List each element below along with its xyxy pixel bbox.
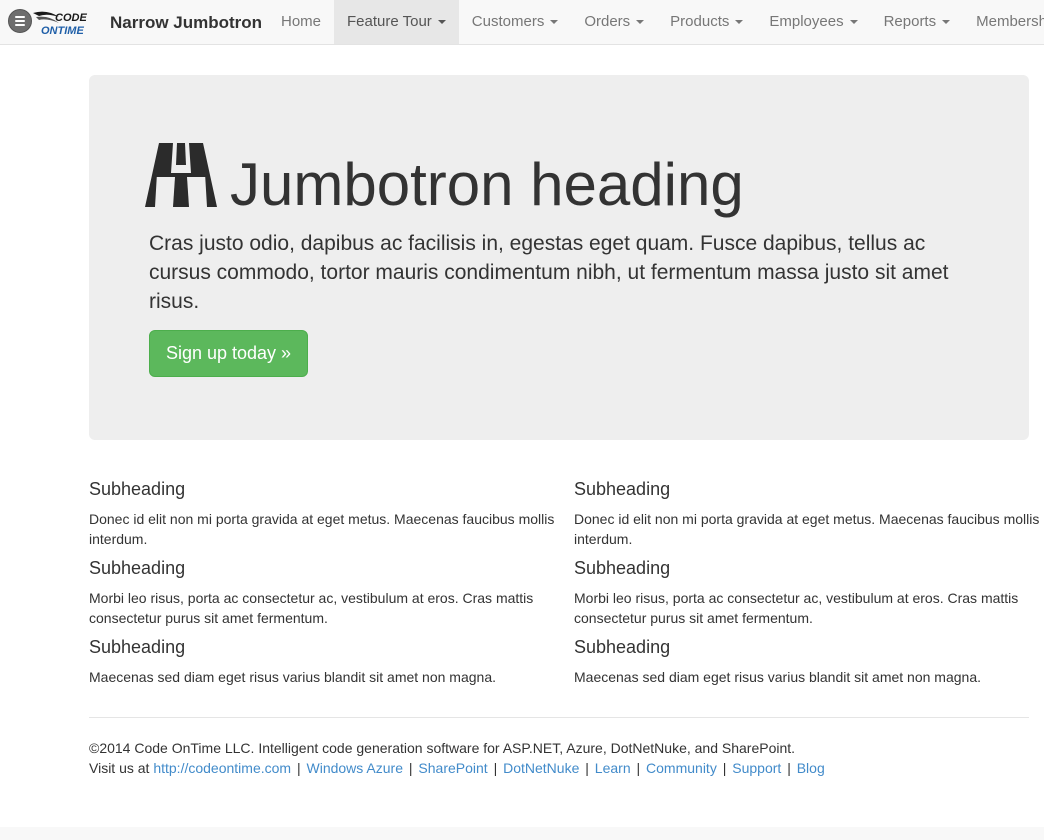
subheading: Subheading	[89, 479, 186, 499]
footer: ©2014 Code OnTime LLC. Intelligent code …	[89, 738, 1029, 778]
caret-down-icon	[735, 20, 744, 24]
subheading: Subheading	[574, 479, 671, 499]
footer-link[interactable]: Learn	[595, 760, 631, 776]
logo-text-top: CODE	[55, 12, 87, 24]
nav-item-products[interactable]: Products	[657, 0, 756, 44]
feature-block: Subheading Donec id elit non mi porta gr…	[89, 476, 559, 555]
code-ontime-logo[interactable]: CODE ONTIME	[33, 7, 97, 37]
marketing-column-right: Subheading Donec id elit non mi porta gr…	[574, 476, 1044, 713]
nav-item-label: Customers	[471, 13, 545, 30]
nav-item-label: Employees	[769, 13, 844, 30]
footer-visit-prefix: Visit us at	[89, 760, 150, 776]
footer-link-separator: |	[636, 760, 641, 776]
footer-link[interactable]: DotNetNuke	[503, 760, 579, 776]
nav-item-employees[interactable]: Employees	[756, 0, 870, 44]
logo-text-bottom: ONTIME	[41, 25, 84, 37]
nav-item-label: Membership	[976, 13, 1044, 30]
top-navbar: CODE ONTIME Narrow Jumbotron Home Feature…	[0, 0, 1044, 45]
footer-link[interactable]: http://codeontime.com	[153, 760, 291, 776]
caret-down-icon	[942, 20, 951, 24]
subheading: Subheading	[574, 637, 671, 657]
road-center-line	[176, 143, 186, 165]
footer-link-separator: |	[408, 760, 413, 776]
jumbotron-heading: Jumbotron heading	[230, 151, 744, 218]
nav-item-orders[interactable]: Orders	[571, 0, 657, 44]
caret-down-icon	[849, 20, 858, 24]
footer-link[interactable]: Windows Azure	[307, 760, 403, 776]
feature-text: Donec id elit non mi porta gravida at eg…	[89, 511, 555, 547]
nav-item-reports[interactable]: Reports	[871, 0, 964, 44]
nav-item-label: Products	[670, 13, 730, 30]
feature-text: Maecenas sed diam eget risus varius blan…	[89, 669, 496, 685]
nav-item-home[interactable]: Home	[268, 0, 334, 44]
brand-title[interactable]: Narrow Jumbotron	[110, 13, 262, 33]
nav-item-label: Orders	[584, 13, 631, 30]
caret-down-icon	[550, 20, 559, 24]
subheading: Subheading	[574, 558, 671, 578]
nav-item-label: Feature Tour	[347, 13, 432, 30]
footer-link-separator: |	[296, 760, 301, 776]
nav-item-label: Reports	[883, 13, 937, 30]
footer-links: http://codeontime.com | Windows Azure | …	[153, 760, 824, 776]
footer-divider	[89, 717, 1029, 718]
menu-button[interactable]	[8, 9, 32, 33]
footer-link[interactable]: Community	[646, 760, 717, 776]
road-crossbar	[156, 173, 206, 177]
jumbotron-lead: Cras justo odio, dapibus ac facilisis in…	[149, 232, 949, 313]
feature-block: Subheading Donec id elit non mi porta gr…	[574, 476, 1044, 555]
sign-up-button[interactable]: Sign up today »	[149, 330, 308, 377]
road-icon	[145, 143, 217, 207]
feature-text: Morbi leo risus, porta ac consectetur ac…	[89, 590, 534, 626]
footer-link-separator: |	[787, 760, 791, 776]
nav-item-feature-tour[interactable]: Feature Tour	[334, 0, 459, 44]
footer-link-separator: |	[493, 760, 498, 776]
feature-block: Subheading Maecenas sed diam eget risus …	[574, 634, 1044, 713]
menu-line	[15, 24, 25, 26]
menu-line	[15, 20, 25, 22]
feature-block: Subheading Morbi leo risus, porta ac con…	[89, 555, 559, 634]
subheading: Subheading	[89, 558, 186, 578]
menu-line	[15, 16, 25, 18]
footer-links-line: Visit us at http://codeontime.com | Wind…	[89, 758, 1029, 778]
footer-link[interactable]: Blog	[797, 760, 825, 776]
caret-down-icon	[437, 20, 446, 24]
feature-block: Subheading Morbi leo risus, porta ac con…	[574, 555, 1044, 634]
feature-text: Donec id elit non mi porta gravida at eg…	[574, 511, 1040, 547]
feature-text: Morbi leo risus, porta ac consectetur ac…	[574, 590, 1019, 626]
feature-block: Subheading Maecenas sed diam eget risus …	[89, 634, 559, 713]
subheading: Subheading	[89, 637, 186, 657]
footer-link[interactable]: SharePoint	[418, 760, 487, 776]
footer-copyright: ©2014 Code OnTime LLC. Intelligent code …	[89, 740, 796, 756]
footer-link-separator: |	[722, 760, 727, 776]
footer-link[interactable]: Support	[732, 760, 781, 776]
main-menu: Home Feature Tour Customers Orders Products E…	[268, 0, 1044, 44]
feature-text: Maecenas sed diam eget risus varius blan…	[574, 669, 981, 685]
page-bottom-strip	[0, 827, 1044, 840]
nav-item-membership[interactable]: Membership	[963, 0, 1044, 44]
footer-link-separator: |	[585, 760, 589, 776]
road-center-line	[173, 177, 189, 207]
nav-item-customers[interactable]: Customers	[459, 0, 572, 44]
marketing-column-left: Subheading Donec id elit non mi porta gr…	[89, 476, 559, 713]
jumbotron: Jumbotron heading Cras justo odio, dapib…	[89, 75, 1029, 440]
nav-item-label: Home	[281, 13, 322, 30]
caret-down-icon	[636, 20, 645, 24]
